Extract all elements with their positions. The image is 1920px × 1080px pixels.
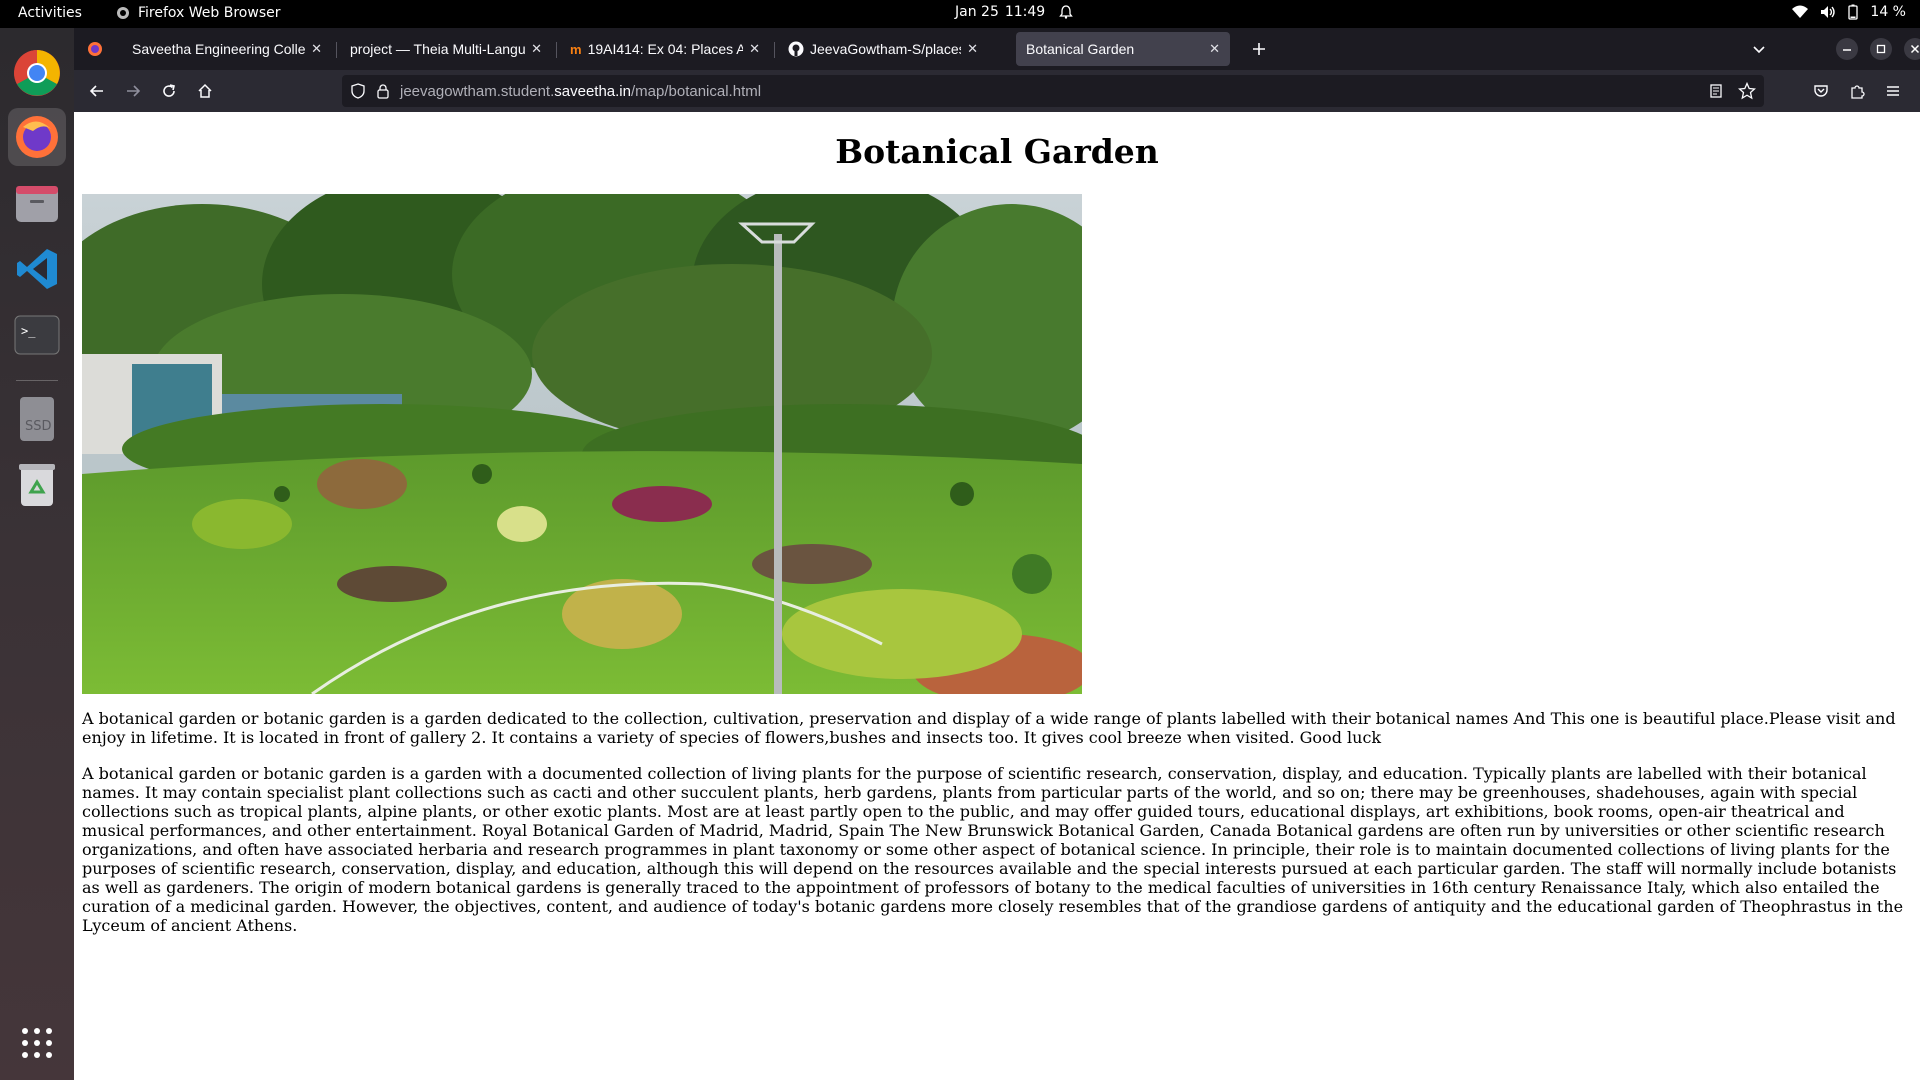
new-tab-icon[interactable]: [1244, 34, 1274, 64]
date-text: Jan 25: [955, 4, 999, 20]
home-icon[interactable]: [190, 76, 220, 106]
tab-label: JeevaGowtham-S/places-: [810, 41, 962, 57]
garden-photo: [82, 194, 1082, 694]
url-bar[interactable]: jeevagowtham.student. saveetha.in/map/bot…: [342, 75, 1764, 107]
close-window-icon[interactable]: [1900, 34, 1920, 64]
terminal-icon[interactable]: >_: [8, 306, 66, 364]
firefox-icon[interactable]: [8, 108, 66, 166]
app-grid-icon[interactable]: [8, 1014, 66, 1072]
url-prefix: jeevagowtham.student.: [400, 82, 555, 100]
svg-text:SSD: SSD: [25, 419, 52, 434]
close-icon[interactable]: ✕: [967, 41, 978, 57]
wifi-icon: [1792, 5, 1809, 18]
tab-strip: Saveetha Engineering Colleg ✕ project — …: [74, 28, 1920, 70]
ssd-icon[interactable]: SSD: [8, 390, 66, 448]
firefox-view-icon[interactable]: [80, 34, 110, 64]
alarm-bell-icon: [1059, 5, 1074, 19]
lock-icon[interactable]: [376, 83, 390, 99]
tab-label: Saveetha Engineering Colleg: [132, 41, 306, 57]
url-host: saveetha.in: [554, 82, 631, 100]
tab-label: Botanical Garden: [1026, 41, 1135, 57]
vscode-icon[interactable]: [8, 240, 66, 298]
chevron-down-icon[interactable]: [1744, 34, 1774, 64]
tab-github[interactable]: JeevaGowtham-S/places- ✕: [778, 32, 988, 66]
tab-project-theia[interactable]: project — Theia Multi-Langu ✕: [340, 32, 552, 66]
app-menu-label: Firefox Web Browser: [138, 5, 281, 21]
page-content: Botanical Garden A botanical garden or b…: [74, 112, 1920, 1080]
hamburger-menu-icon[interactable]: [1878, 76, 1908, 106]
page-title: Botanical Garden: [835, 132, 1159, 171]
extensions-icon[interactable]: [1842, 76, 1872, 106]
clock[interactable]: Jan 25 11:49: [955, 4, 1074, 20]
close-icon[interactable]: ✕: [749, 41, 760, 57]
forward-arrow-icon[interactable]: [118, 76, 148, 106]
trash-icon[interactable]: [8, 456, 66, 514]
battery-percent: 14 %: [1870, 4, 1906, 20]
moodle-icon: m: [570, 41, 582, 57]
shield-icon[interactable]: [350, 83, 366, 99]
github-icon: [788, 41, 804, 57]
files-icon[interactable]: [8, 174, 66, 232]
activities-button[interactable]: Activities: [18, 5, 82, 21]
volume-icon: [1821, 6, 1836, 18]
url-path: /map/botanical.html: [631, 82, 762, 100]
close-icon[interactable]: ✕: [311, 41, 322, 57]
intro-paragraph: A botanical garden or botanic garden is …: [82, 709, 1896, 747]
system-tray[interactable]: 14 %: [1792, 4, 1906, 20]
app-menu[interactable]: Firefox Web Browser: [116, 5, 281, 21]
reload-icon[interactable]: [154, 76, 184, 106]
svg-text:>_: >_: [21, 324, 36, 338]
chrome-icon[interactable]: [8, 44, 66, 102]
close-icon[interactable]: ✕: [531, 41, 542, 57]
pocket-icon[interactable]: [1806, 76, 1836, 106]
restore-icon[interactable]: [1866, 34, 1896, 64]
system-top-bar: Activities Firefox Web Browser Jan 25 11…: [0, 0, 1920, 28]
bookmark-star-icon[interactable]: [1738, 82, 1756, 100]
reader-view-icon[interactable]: [1708, 83, 1724, 99]
close-icon[interactable]: ✕: [1209, 41, 1220, 57]
firefox-small-icon: [117, 7, 129, 19]
minimize-icon[interactable]: [1832, 34, 1862, 64]
time-text: 11:49: [1004, 4, 1046, 20]
tab-label: project — Theia Multi-Langu: [350, 41, 526, 57]
tab-botanical-garden[interactable]: Botanical Garden ✕: [1016, 32, 1230, 66]
dock: >_ SSD: [0, 28, 74, 1080]
tab-saveetha[interactable]: Saveetha Engineering Colleg ✕: [122, 32, 332, 66]
tab-ex04-places[interactable]: m 19AI414: Ex 04: Places Ar ✕: [560, 32, 770, 66]
details-paragraph: A botanical garden or botanic garden is …: [82, 764, 1904, 935]
back-arrow-icon[interactable]: [82, 76, 112, 106]
navigation-bar: jeevagowtham.student. saveetha.in/map/bot…: [74, 70, 1920, 112]
battery-icon: [1848, 4, 1859, 20]
tab-label: 19AI414: Ex 04: Places Ar: [587, 41, 744, 57]
